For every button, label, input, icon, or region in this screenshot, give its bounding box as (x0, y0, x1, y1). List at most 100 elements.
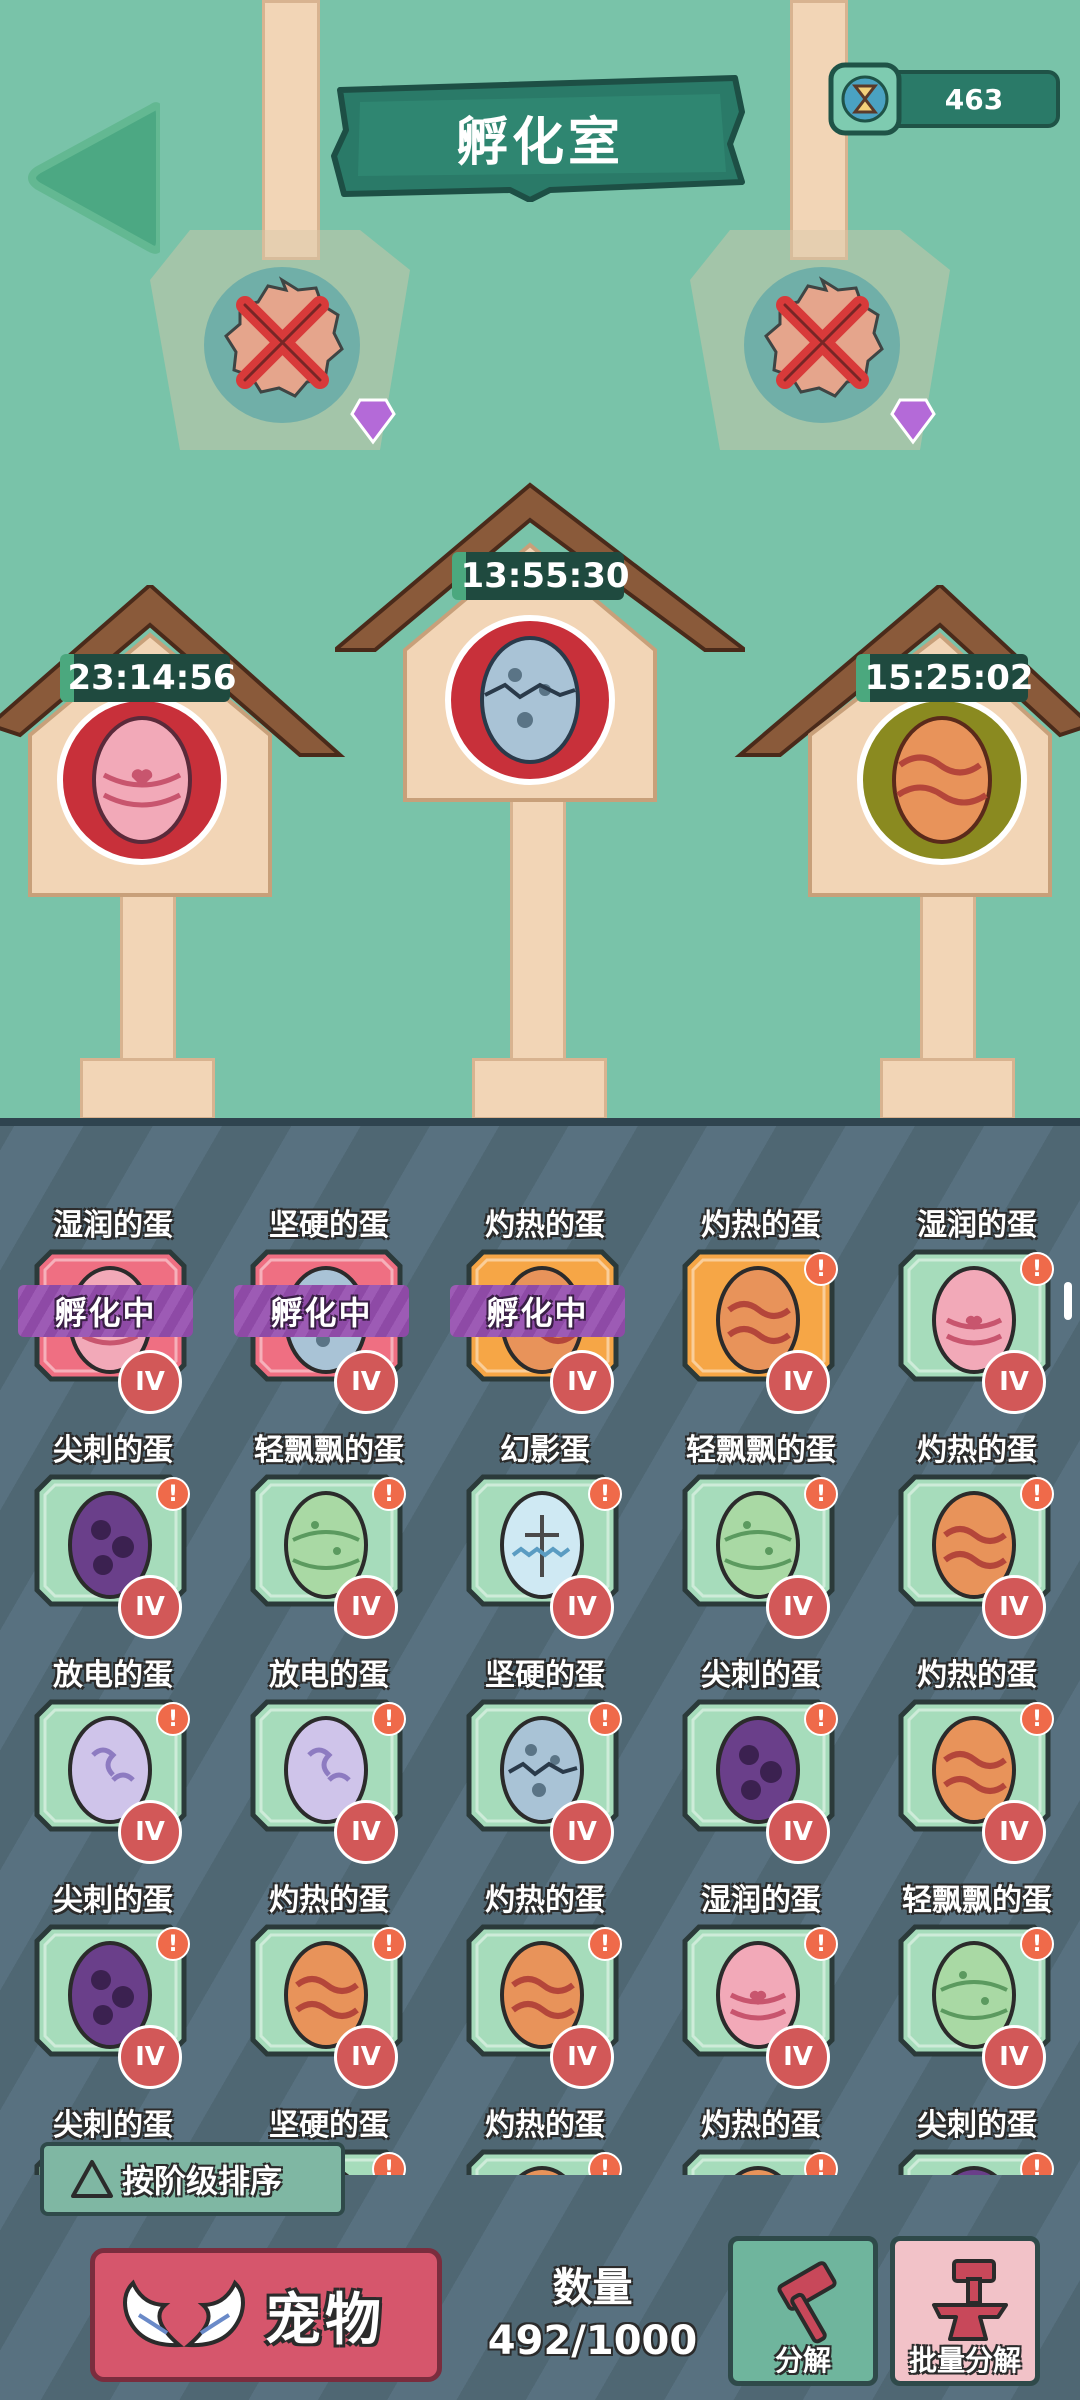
alert-badge: ! (804, 1927, 838, 1961)
batch-decompose-label: 批量分解 (908, 2344, 1021, 2377)
egg-count-value: 492/1000 (487, 2318, 698, 2364)
alert-badge: ! (156, 1477, 190, 1511)
tier-badge: IV (334, 1800, 398, 1864)
egg-name: 尖刺的蛋 (53, 1883, 173, 1918)
sort-by-tier-button[interactable]: 按阶级排序 (40, 2142, 345, 2216)
egg-grid: 湿润的蛋 孵化中 IV 坚硬的蛋 孵化中 IV 灼热的蛋 孵化中 IV 灼热的蛋! IV 湿润的蛋! I… (0, 1200, 1080, 2175)
locked-incubator-slot[interactable] (690, 210, 950, 470)
egg-name: 坚硬的蛋 (485, 1658, 605, 1693)
alert-badge: ! (372, 1477, 406, 1511)
egg-slot[interactable]: 幻影蛋! IV (450, 1425, 640, 1640)
egg-name: 坚硬的蛋 (269, 1208, 389, 1243)
alert-badge: ! (1020, 1477, 1054, 1511)
egg-slot[interactable]: 尖刺的蛋! IV (18, 1875, 208, 2090)
post-base (80, 1058, 215, 1118)
tier-badge: IV (766, 1350, 830, 1414)
alert-badge: ! (156, 1702, 190, 1736)
incubator-timer: 23:14:56 (60, 654, 237, 702)
egg-slot[interactable]: 灼热的蛋!IV (666, 2100, 856, 2175)
alert-badge: ! (588, 1702, 622, 1736)
egg-name: 灼热的蛋 (485, 2108, 605, 2143)
egg-name: 坚硬的蛋 (269, 2108, 389, 2143)
pet-button-label: 宠物 (265, 2287, 385, 2353)
incubator-house-3[interactable] (730, 585, 1080, 905)
egg-name: 尖刺的蛋 (917, 2108, 1037, 2143)
egg-slot[interactable]: 灼热的蛋!IV (450, 2100, 640, 2175)
alert-badge: ! (156, 1927, 190, 1961)
tier-badge: IV (118, 2025, 182, 2089)
incubator-post (920, 880, 976, 1070)
egg-slot[interactable]: 放电的蛋! IV (234, 1650, 424, 1865)
back-arrow-icon[interactable] (20, 88, 160, 268)
alert-badge: ! (372, 1927, 406, 1961)
egg-name: 轻飘飘的蛋 (902, 1883, 1052, 1918)
post-base (472, 1058, 607, 1118)
alert-badge: ! (588, 1927, 622, 1961)
egg-slot[interactable]: 坚硬的蛋 孵化中 IV (234, 1200, 424, 1415)
decompose-button[interactable]: 分解 (728, 2236, 878, 2386)
locked-incubator-slot[interactable] (150, 210, 410, 470)
post-base (880, 1058, 1015, 1118)
tier-badge: IV (550, 1575, 614, 1639)
tier-badge: IV (550, 2025, 614, 2089)
tier-badge: IV (766, 1800, 830, 1864)
egg-slot[interactable]: 轻飘飘的蛋! IV (234, 1425, 424, 1640)
egg-slot[interactable]: 灼热的蛋! IV (882, 1650, 1072, 1865)
egg-name: 放电的蛋 (269, 1658, 389, 1693)
hot-egg-icon (734, 2166, 782, 2175)
hatching-status: 孵化中 (18, 1285, 193, 1337)
anvil-hammer-icon (932, 2259, 1008, 2341)
egg-name: 灼热的蛋 (917, 1658, 1037, 1693)
egg-name: 尖刺的蛋 (53, 1433, 173, 1468)
tier-badge: IV (118, 1800, 182, 1864)
tier-badge: IV (982, 1800, 1046, 1864)
egg-slot[interactable]: 尖刺的蛋!IV (882, 2100, 1072, 2175)
hammer-icon (777, 2261, 837, 2344)
page-title: 孵化室 (455, 112, 624, 173)
alert-badge: ! (372, 1702, 406, 1736)
egg-slot[interactable]: 轻飘飘的蛋! IV (882, 1875, 1072, 2090)
egg-slot[interactable]: 湿润的蛋! IV (666, 1875, 856, 2090)
egg-slot[interactable]: 湿润的蛋 孵化中 IV (18, 1200, 208, 1415)
spike-egg-icon (950, 2166, 998, 2175)
egg-name: 湿润的蛋 (917, 1208, 1037, 1243)
egg-name: 湿润的蛋 (53, 1208, 173, 1243)
incubator-house-2[interactable] (335, 480, 745, 810)
egg-name: 灼热的蛋 (269, 1883, 389, 1918)
currency-display: 463 (828, 62, 1068, 136)
egg-slot[interactable]: 灼热的蛋! IV (234, 1875, 424, 2090)
alert-badge: ! (588, 1477, 622, 1511)
tier-badge: IV (982, 1575, 1046, 1639)
tier-badge: IV (334, 2025, 398, 2089)
egg-slot[interactable]: 灼热的蛋 孵化中 IV (450, 1200, 640, 1415)
alert-badge: ! (1020, 1927, 1054, 1961)
egg-name: 放电的蛋 (53, 1658, 173, 1693)
egg-slot[interactable]: 灼热的蛋!IV (666, 1200, 856, 1415)
triangle-up-icon (71, 2160, 113, 2198)
hatching-status: 孵化中 (450, 1285, 625, 1337)
tier-badge: IV (766, 1575, 830, 1639)
incubator-post (120, 880, 176, 1070)
egg-name: 湿润的蛋 (701, 1883, 821, 1918)
egg-slot[interactable]: 坚硬的蛋! IV (450, 1650, 640, 1865)
egg-name: 尖刺的蛋 (701, 1658, 821, 1693)
egg-slot[interactable]: 尖刺的蛋!IV (18, 1425, 208, 1640)
alert-badge: ! (804, 1477, 838, 1511)
batch-decompose-button[interactable]: 批量分解 (890, 2236, 1040, 2386)
egg-slot[interactable]: 放电的蛋! IV (18, 1650, 208, 1865)
wings-icon (123, 2279, 245, 2348)
scrollbar[interactable] (1064, 1282, 1072, 1320)
egg-name: 灼热的蛋 (917, 1433, 1037, 1468)
incubator-timer: 13:55:30 (452, 552, 630, 600)
incubator-house-1[interactable] (0, 585, 350, 905)
egg-slot[interactable]: 灼热的蛋! IV (882, 1425, 1072, 1640)
pet-button[interactable]: 宠物 (90, 2248, 442, 2382)
egg-slot[interactable]: 轻飘飘的蛋! IV (666, 1425, 856, 1640)
egg-slot[interactable]: 湿润的蛋! IV (882, 1200, 1072, 1415)
alert-badge: ! (1020, 1702, 1054, 1736)
sort-button-label: 按阶级排序 (122, 2162, 283, 2200)
incubator-timer: 15:25:02 (856, 654, 1034, 702)
egg-name: 灼热的蛋 (485, 1208, 605, 1243)
egg-slot[interactable]: 尖刺的蛋!IV (666, 1650, 856, 1865)
egg-slot[interactable]: 灼热的蛋!IV (450, 1875, 640, 2090)
